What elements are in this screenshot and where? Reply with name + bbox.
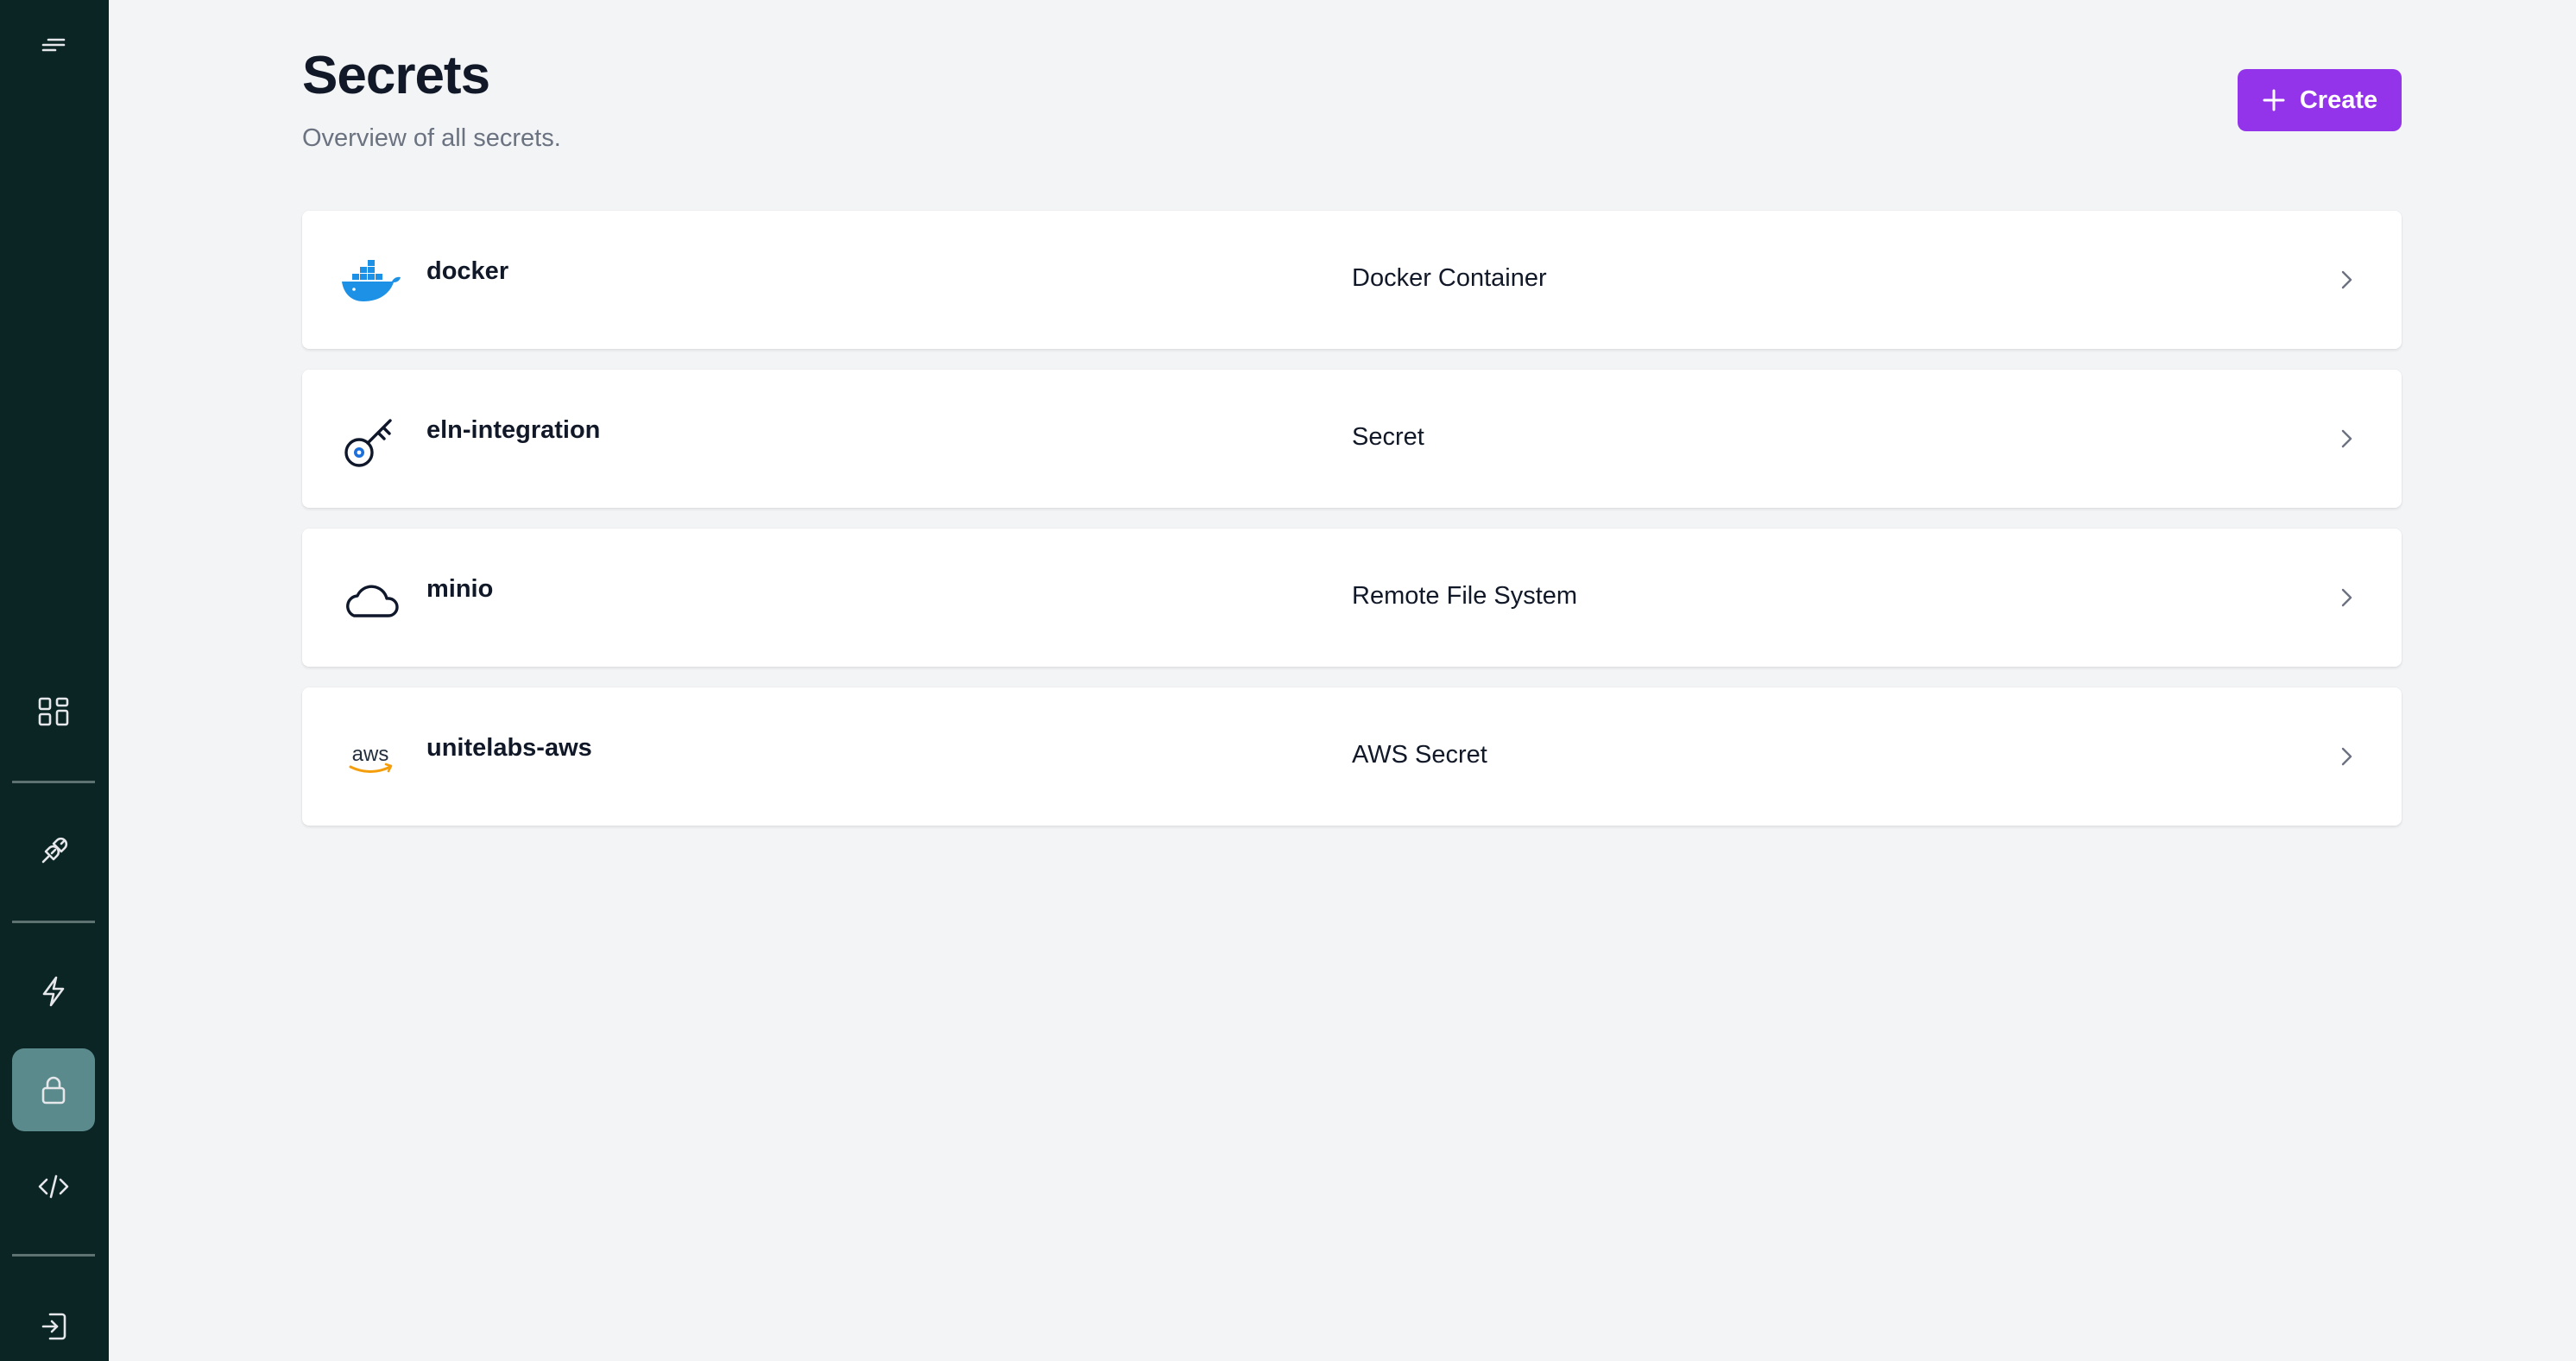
cloud-icon [340, 572, 401, 629]
sidebar-item-dashboard[interactable] [12, 670, 95, 753]
chevron-right-icon [2341, 747, 2352, 766]
chevron-right-icon [2341, 588, 2352, 607]
aws-icon: aws [340, 731, 401, 788]
secret-name: docker [426, 257, 509, 285]
sidebar-item-code[interactable] [12, 1145, 95, 1228]
secret-type: Remote File System [1352, 582, 1578, 610]
secret-name: unitelabs-aws [426, 734, 592, 762]
sidebar [0, 0, 109, 1361]
list-item[interactable]: eln-integration Secret [302, 370, 2402, 508]
key-icon [340, 413, 401, 470]
secret-type: Secret [1352, 423, 1424, 451]
plus-icon [2263, 89, 2285, 111]
svg-text:aws: aws [352, 743, 389, 766]
code-icon [38, 1174, 69, 1199]
sidebar-item-connections[interactable] [12, 810, 95, 893]
create-button[interactable]: Create [2238, 69, 2402, 131]
list-item[interactable]: docker Docker Container [302, 211, 2402, 349]
chevron-right-icon [2341, 429, 2352, 448]
sidebar-divider [12, 781, 95, 783]
lock-icon [41, 1076, 66, 1105]
create-button-label: Create [2299, 85, 2378, 114]
sidebar-item-secrets[interactable] [12, 1048, 95, 1131]
list-item[interactable]: minio Remote File System [302, 529, 2402, 667]
docker-icon [340, 254, 401, 311]
secret-type: AWS Secret [1352, 741, 1487, 769]
menu-toggle-button[interactable] [12, 3, 95, 86]
list-item[interactable]: aws unitelabs-aws AWS Secret [302, 687, 2402, 826]
secret-name: eln-integration [426, 416, 601, 444]
page-subtitle: Overview of all secrets. [302, 124, 561, 152]
plug-icon [41, 837, 68, 864]
logout-button[interactable] [12, 1285, 95, 1361]
sidebar-divider [12, 921, 95, 923]
dashboard-icon [38, 697, 69, 726]
sidebar-divider [12, 1254, 95, 1257]
menu-icon [41, 38, 66, 52]
logout-icon [41, 1313, 66, 1340]
page-title: Secrets [302, 46, 490, 105]
secret-type: Docker Container [1352, 264, 1547, 292]
secret-name: minio [426, 575, 494, 603]
sidebar-item-triggers[interactable] [12, 950, 95, 1033]
lightning-icon [42, 976, 65, 1007]
chevron-right-icon [2341, 270, 2352, 289]
